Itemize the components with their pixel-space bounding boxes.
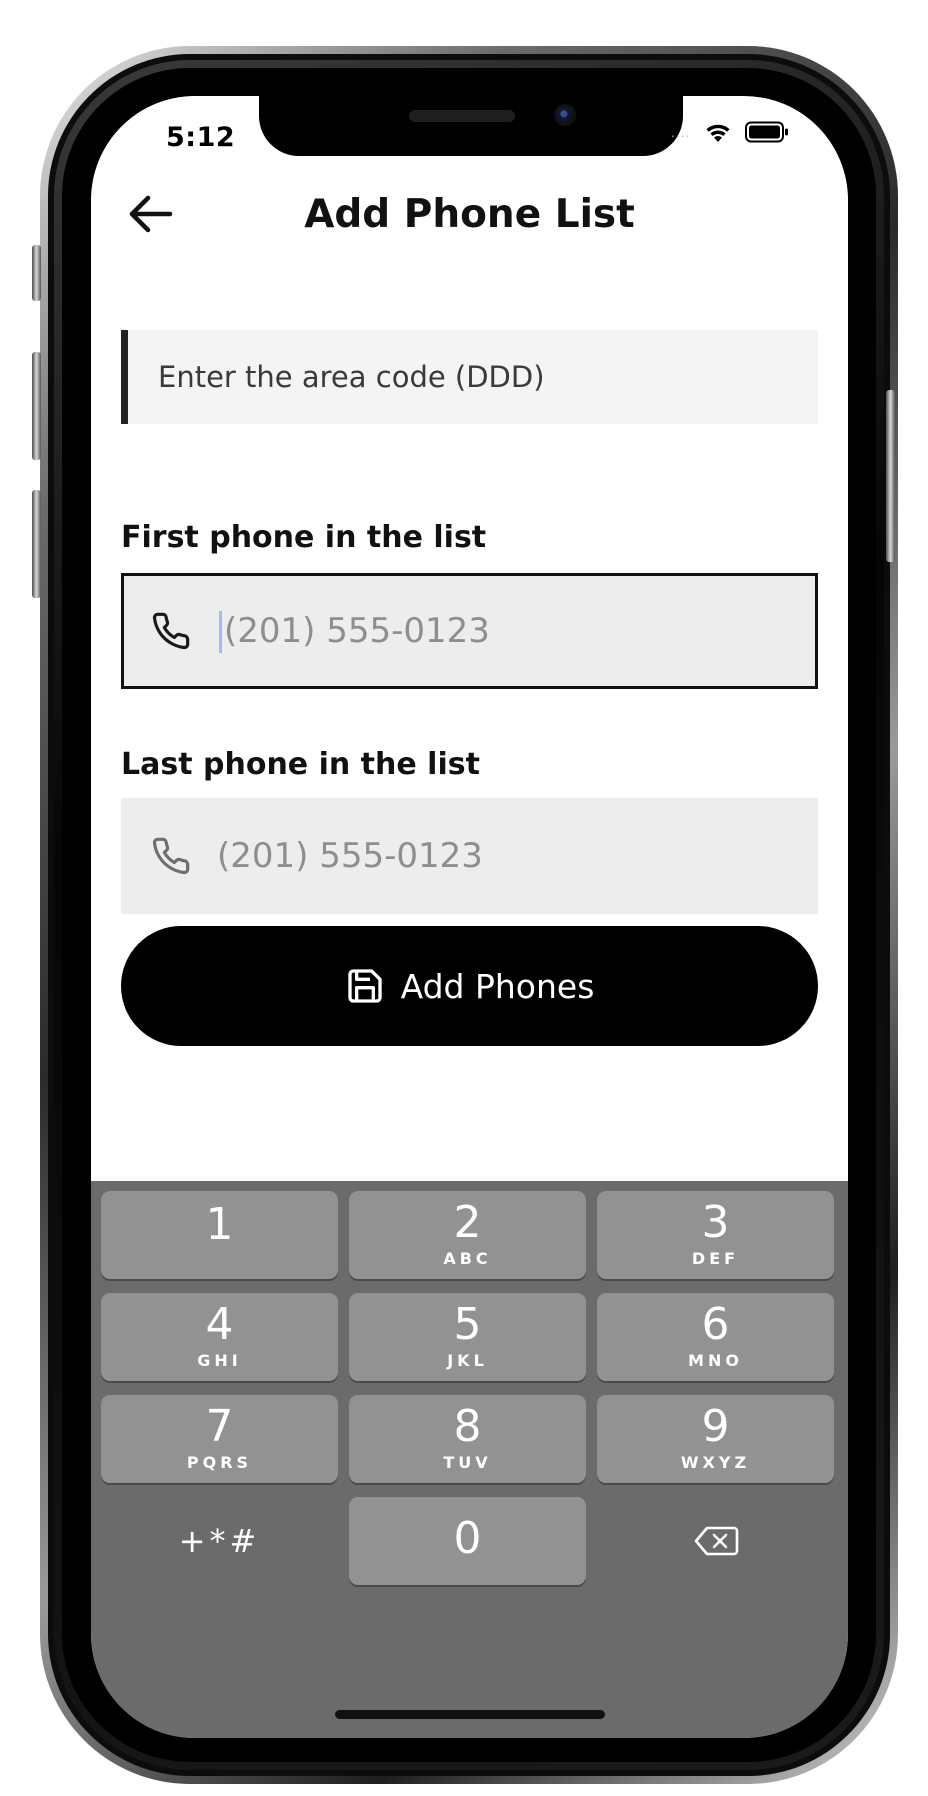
save-icon [347, 969, 382, 1003]
area-code-input[interactable] [128, 330, 818, 424]
key-5[interactable]: 5 JKL [349, 1293, 586, 1381]
numeric-keyboard: 1 2 ABC 3 DEF 4 GHI 5 JKL 6 MNO 7 PQRS 8… [91, 1181, 848, 1738]
last-phone-field[interactable] [121, 798, 818, 914]
notch [259, 96, 683, 156]
first-phone-label: First phone in the list [121, 520, 487, 555]
earpiece-speaker [409, 110, 515, 122]
key-3[interactable]: 3 DEF [597, 1191, 834, 1279]
backspace-icon [694, 1526, 738, 1556]
first-phone-input[interactable] [224, 576, 795, 686]
volume-up-button [32, 352, 41, 460]
phone-icon [152, 837, 190, 875]
key-0[interactable]: 0 [349, 1497, 586, 1585]
add-phones-label: Add Phones [400, 966, 595, 1006]
key-8[interactable]: 8 TUV [349, 1395, 586, 1483]
key-2[interactable]: 2 ABC [349, 1191, 586, 1279]
status-time: 5:12 [166, 122, 236, 153]
key-9[interactable]: 9 WXYZ [597, 1395, 834, 1483]
symbols-key[interactable]: +*# [101, 1497, 338, 1585]
key-1[interactable]: 1 [101, 1191, 338, 1279]
front-camera [554, 104, 576, 126]
signal-dots: .... [671, 124, 691, 140]
key-6[interactable]: 6 MNO [597, 1293, 834, 1381]
status-indicators: .... [671, 120, 789, 144]
key-7[interactable]: 7 PQRS [101, 1395, 338, 1483]
key-4[interactable]: 4 GHI [101, 1293, 338, 1381]
power-button [886, 390, 895, 562]
delete-key[interactable] [597, 1497, 834, 1585]
last-phone-label: Last phone in the list [121, 747, 480, 782]
wifi-icon [703, 120, 733, 144]
battery-icon [744, 121, 789, 143]
add-phones-button[interactable]: Add Phones [121, 926, 818, 1046]
phone-icon [152, 612, 190, 650]
home-indicator[interactable] [335, 1710, 605, 1719]
mute-switch [32, 245, 41, 301]
volume-down-button [32, 490, 41, 598]
symbols-label: +*# [178, 1522, 261, 1560]
text-caret [219, 611, 222, 653]
screen: 5:12 .... Add Phone List Enter the area … [91, 96, 848, 1738]
last-phone-input[interactable] [217, 798, 798, 914]
area-code-field[interactable] [121, 330, 818, 424]
page-title: Add Phone List [304, 192, 635, 237]
first-phone-field[interactable] [121, 573, 818, 689]
